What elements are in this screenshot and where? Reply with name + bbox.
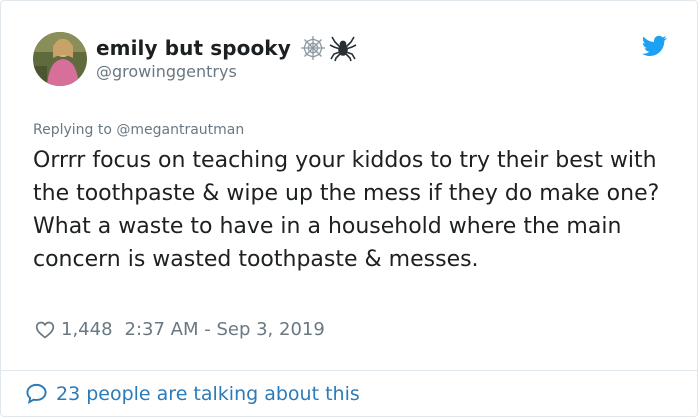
spider-icon bbox=[329, 34, 357, 62]
timestamp[interactable]: 2:37 AM - Sep 3, 2019 bbox=[125, 319, 325, 340]
divider bbox=[1, 370, 697, 371]
talking-about-label[interactable]: 23 people are talking about this bbox=[56, 383, 360, 405]
conversation-link[interactable]: 23 people are talking about this bbox=[25, 382, 360, 405]
tweet-text: Orrrr focus on teaching your kiddos to t… bbox=[33, 148, 660, 272]
replying-to[interactable]: Replying to @megantrautman bbox=[33, 122, 244, 138]
spider-web-icon bbox=[300, 35, 326, 61]
user-handle[interactable]: @growinggentrys bbox=[96, 62, 237, 81]
avatar[interactable] bbox=[33, 32, 87, 86]
display-name[interactable]: emily but spooky bbox=[96, 36, 291, 60]
like-count[interactable]: 1,448 bbox=[61, 319, 113, 340]
twitter-bird-icon[interactable] bbox=[641, 35, 667, 57]
heart-icon[interactable] bbox=[35, 320, 55, 340]
tweet-card: emily but spooky @growinggentrys Replyin… bbox=[0, 0, 698, 417]
speech-bubble-icon bbox=[26, 383, 47, 405]
tweet-meta: 1,448 2:37 AM - Sep 3, 2019 bbox=[35, 319, 325, 340]
author-name-row: emily but spooky bbox=[96, 34, 357, 62]
